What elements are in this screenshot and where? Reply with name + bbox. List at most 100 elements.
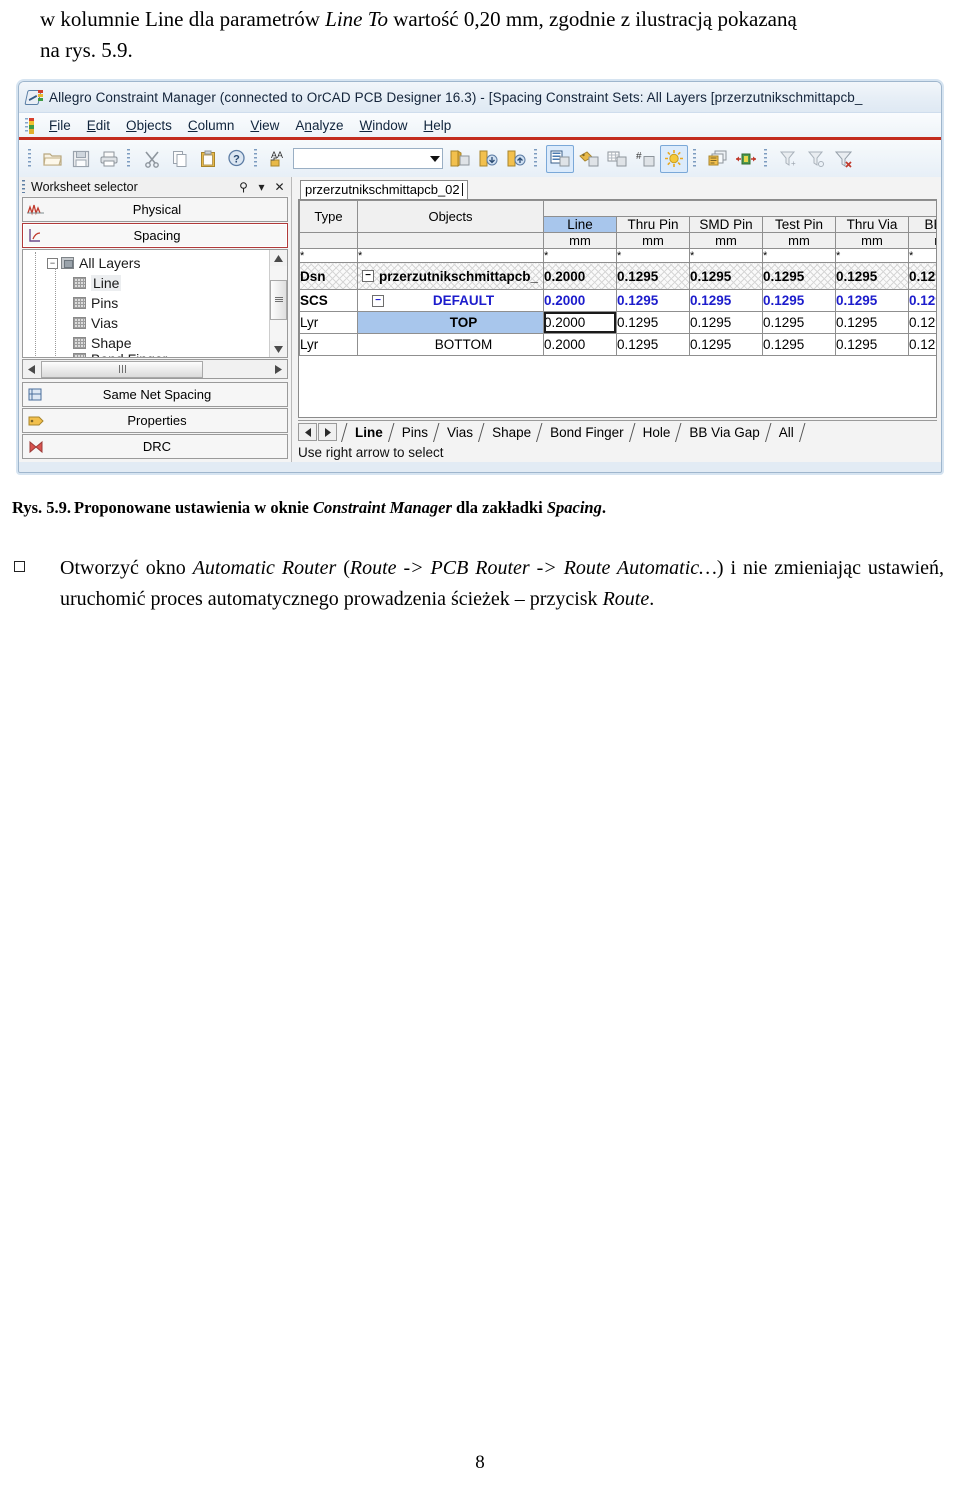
header-objects[interactable]: Objects (357, 200, 544, 233)
document-tab[interactable]: przerzutnikschmittapcb_02 (300, 180, 468, 199)
sheet-tab-bb-via-gap[interactable]: BB Via Gap (684, 423, 764, 442)
show-worksheet-icon[interactable] (546, 144, 574, 173)
header-smd-pin[interactable]: SMD Pin (689, 216, 763, 233)
find-replace-icon[interactable]: A A (266, 146, 292, 172)
sheet-tab-vias[interactable]: Vias (442, 423, 478, 442)
header-type[interactable]: Type (299, 200, 358, 233)
number-grid-icon[interactable]: # (632, 146, 658, 172)
tree-vertical-scrollbar[interactable] (269, 250, 287, 357)
cell-thru-via[interactable]: 0.1295 (835, 262, 909, 290)
tree-item-line[interactable]: Line (29, 273, 269, 293)
table-row[interactable]: Dsn − przerzutnikschmittapcb_ 0.2000 0.1… (299, 262, 936, 290)
cut-scissors-icon[interactable] (139, 146, 165, 172)
cell-thru-via[interactable]: 0.1295 (835, 289, 909, 312)
cell-thru-pin[interactable]: 0.1295 (616, 333, 690, 356)
filter-thru-via[interactable]: * (835, 248, 909, 263)
cell-smd-pin[interactable]: 0.1295 (689, 262, 763, 290)
prev-sheet-icon[interactable] (298, 423, 317, 441)
cell-line[interactable]: 0.2000 (543, 311, 617, 334)
cell-thru-pin[interactable]: 0.1295 (616, 262, 690, 290)
filter-clear-icon[interactable] (804, 146, 830, 172)
cascade-windows-icon[interactable] (705, 146, 731, 172)
header-thru-pin[interactable]: Thru Pin (616, 216, 690, 233)
cell-line[interactable]: 0.2000 (543, 289, 617, 312)
scroll-up-icon[interactable] (270, 250, 287, 266)
menu-view[interactable]: View (242, 117, 287, 134)
sheet-tab-bond-finger[interactable]: Bond Finger (545, 423, 629, 442)
filter-add-icon[interactable]: + (776, 146, 802, 172)
row-object[interactable]: BOTTOM (357, 333, 544, 356)
cell-test-pin[interactable]: 0.1295 (762, 289, 836, 312)
header-line[interactable]: Line (543, 216, 617, 233)
tree-hscroll-thumb[interactable] (41, 360, 203, 378)
cell-thru-pin[interactable]: 0.1295 (616, 311, 690, 334)
row-expander-icon[interactable]: − (362, 270, 374, 282)
filter-delete-icon[interactable] (832, 146, 858, 172)
worksheet-button-properties[interactable]: Properties (22, 408, 288, 433)
search-combo[interactable] (293, 148, 443, 169)
tree-horizontal-scrollbar[interactable] (22, 359, 288, 379)
filter-type[interactable]: * (299, 248, 358, 263)
filter-thru-pin[interactable]: * (616, 248, 690, 263)
tree-item-all-layers[interactable]: − All Layers (29, 253, 269, 273)
worksheet-button-physical[interactable]: Physical (22, 197, 288, 222)
insert-object-icon[interactable] (447, 146, 473, 172)
tree-scroll-thumb[interactable] (270, 280, 287, 320)
chevron-down-icon[interactable]: ▾ (256, 180, 267, 194)
worksheet-button-same-net-spacing[interactable]: Same Net Spacing (22, 382, 288, 407)
menu-help[interactable]: Help (415, 117, 459, 134)
scroll-left-icon[interactable] (23, 361, 40, 377)
cell-test-pin[interactable]: 0.1295 (762, 333, 836, 356)
toolbar-grip-1-icon[interactable] (28, 148, 35, 169)
paste-clipboard-icon[interactable] (195, 146, 221, 172)
cell-bb-via[interactable]: 0.1295 (907, 333, 936, 356)
header-test-pin[interactable]: Test Pin (762, 216, 836, 233)
cell-line[interactable]: 0.2000 (543, 333, 617, 356)
highlight-sun-icon[interactable] (660, 144, 688, 173)
menu-window[interactable]: Window (351, 117, 415, 134)
menu-file[interactable]: File (41, 117, 79, 134)
cell-smd-pin[interactable]: 0.1295 (689, 333, 763, 356)
pin-icon[interactable]: ⚲ (238, 180, 249, 194)
cell-thru-pin[interactable]: 0.1295 (616, 289, 690, 312)
cell-line[interactable]: 0.2000 (543, 262, 617, 290)
filter-smd-pin[interactable]: * (689, 248, 763, 263)
table-row[interactable]: Lyr TOP 0.2000 0.1295 0.1295 0.1295 0.12… (299, 311, 936, 334)
grid-object-icon[interactable] (604, 146, 630, 172)
close-icon[interactable]: ✕ (274, 180, 285, 194)
save-icon[interactable] (68, 146, 94, 172)
table-row[interactable]: Lyr BOTTOM 0.2000 0.1295 0.1295 0.1295 0… (299, 333, 936, 356)
help-question-icon[interactable]: ? (223, 146, 249, 172)
panel-grip-icon[interactable] (22, 180, 26, 193)
cell-test-pin[interactable]: 0.1295 (762, 311, 836, 334)
copy-icon[interactable] (167, 146, 193, 172)
row-object[interactable]: TOP (357, 311, 544, 334)
worksheet-button-spacing[interactable]: Spacing (22, 223, 288, 248)
menubar-grip-icon[interactable] (25, 117, 34, 134)
header-thru-via[interactable]: Thru Via (835, 216, 909, 233)
next-sheet-icon[interactable] (318, 423, 337, 441)
scroll-down-icon[interactable] (270, 341, 287, 357)
bookmark-tag-icon[interactable] (576, 146, 602, 172)
tree-item-shape[interactable]: Shape (29, 333, 269, 353)
filter-line[interactable]: * (543, 248, 617, 263)
open-folder-icon[interactable] (40, 146, 66, 172)
cell-thru-via[interactable]: 0.1295 (835, 333, 909, 356)
import-down-icon[interactable] (475, 146, 501, 172)
menu-column[interactable]: Column (180, 117, 243, 134)
print-icon[interactable] (96, 146, 122, 172)
filter-objects[interactable]: * (357, 248, 544, 263)
expand-columns-icon[interactable] (733, 146, 759, 172)
sheet-tab-pins[interactable]: Pins (397, 423, 433, 442)
sheet-tab-line[interactable]: Line (350, 423, 388, 442)
cell-bb-via[interactable]: 0.1295 (907, 311, 936, 334)
cell-smd-pin[interactable]: 0.1295 (689, 311, 763, 334)
filter-test-pin[interactable]: * (762, 248, 836, 263)
chevron-down-icon[interactable] (427, 150, 442, 167)
export-up-icon[interactable] (503, 146, 529, 172)
scroll-right-icon[interactable] (270, 361, 287, 377)
worksheet-button-drc[interactable]: DRC (22, 434, 288, 459)
cell-test-pin[interactable]: 0.1295 (762, 262, 836, 290)
tree-item-bond-finger[interactable]: Bond Finger (29, 353, 269, 357)
sheet-tab-shape[interactable]: Shape (487, 423, 536, 442)
